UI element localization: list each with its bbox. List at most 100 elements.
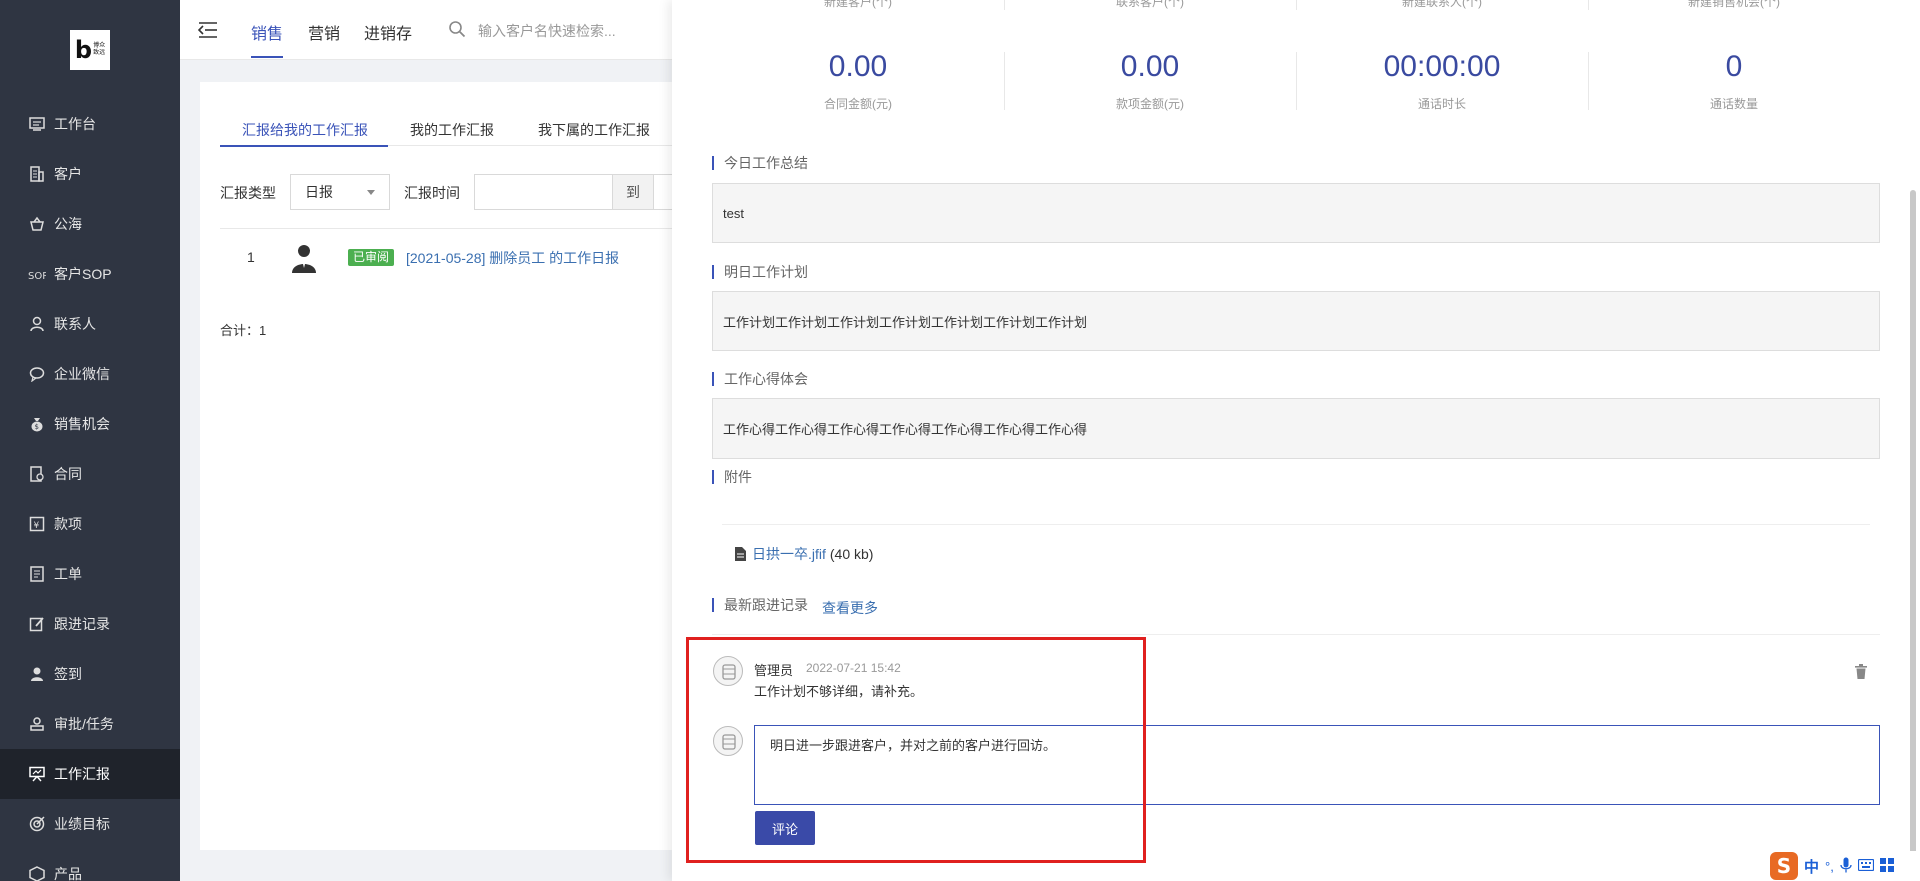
edit-icon [28,615,46,633]
sop-icon: SOP [28,265,46,283]
sidebar-item-followup[interactable]: 跟进记录 [0,599,180,649]
svg-text:¥: ¥ [34,521,40,531]
stat-divider [1296,0,1297,10]
sidebar-item-ticket[interactable]: 工单 [0,549,180,599]
stat-divider [1588,0,1589,10]
sidebar-item-payment[interactable]: ¥ 款项 [0,499,180,549]
attachment-size: (40 kb) [829,546,874,562]
person-icon [28,315,46,333]
yen-icon: ¥ [28,515,46,533]
stat-payment-amount: 0.00 [1120,50,1180,83]
sidebar-item-contract[interactable]: 合同 [0,449,180,499]
stat-call-duration-label: 通话时长 [1417,97,1466,111]
commenter-avatar-icon [713,656,743,686]
search-icon[interactable] [448,20,466,38]
report-detail-drawer: 新建客户(个) 联系客户(个) 新建联系人(个) 新建销售机会(个) 0.00 … [672,0,1920,881]
menu-collapse-icon[interactable] [197,20,218,40]
product-icon [28,865,46,881]
sidebar-item-customer-sop[interactable]: SOP 客户SOP [0,249,180,299]
apps-grid-icon[interactable] [1879,857,1894,875]
basket-icon [28,215,46,233]
stat-payment-amount-label: 款项金额(元) [1116,97,1184,111]
tab-my-reports[interactable]: 我的工作汇报 [410,120,494,140]
report-list-card: 汇报给我的工作汇报 我的工作汇报 我下属的工作汇报 汇报类型 日报 汇报时间 到… [200,82,720,850]
current-user-avatar-icon [713,726,743,756]
stat-new-contacts-label: 新建联系人(个) [1402,0,1482,9]
drawer-scrollbar[interactable] [1910,190,1916,881]
stat-divider [1296,52,1297,110]
sidebar-item-performance-target[interactable]: 业绩目标 [0,799,180,849]
checkin-icon [28,665,46,683]
sidebar-item-checkin[interactable]: 签到 [0,649,180,699]
plan-box: 工作计划工作计划工作计划工作计划工作计划工作计划工作计划 [712,291,1880,351]
tab-subordinate-reports[interactable]: 我下属的工作汇报 [538,120,650,140]
top-tab-marketing[interactable]: 营销 [308,20,340,44]
ime-toolbar: S 中 °, [1766,851,1920,881]
active-tab-indicator [220,145,388,147]
tab-reports-to-me[interactable]: 汇报给我的工作汇报 [242,120,368,140]
logo-text: 博众 致远 [93,43,106,56]
sidebar-item-product[interactable]: 产品 [0,849,180,881]
sogou-ime-logo-icon[interactable]: S [1770,852,1798,880]
stat-new-opportunities-label: 新建销售机会(个) [1688,0,1780,9]
plan-text: 工作计划工作计划工作计划工作计划工作计划工作计划工作计划 [723,314,1088,330]
submit-comment-button[interactable]: 评论 [755,811,815,845]
moneybag-icon: $ [28,415,46,433]
table-row[interactable]: 1 已审阅 [2021-05-28] 删除员工 的工作日报 [220,242,700,282]
comment-time: 2022-07-21 15:42 [806,661,901,675]
list-divider [220,228,700,229]
keyboard-icon[interactable] [1857,858,1874,874]
comment-input[interactable] [754,725,1880,805]
sidebar-item-workbench[interactable]: 工作台 [0,99,180,149]
sidebar-item-wecom[interactable]: 企业微信 [0,349,180,399]
section-title-plan: 明日工作计划 [712,265,808,279]
ime-punct-toggle[interactable]: °, [1825,859,1834,874]
report-title-link[interactable]: [2021-05-28] 删除员工 的工作日报 [406,248,619,268]
sidebar-item-opportunity[interactable]: $ 销售机会 [0,399,180,449]
attachment-link[interactable]: 日拱一卒.jfif [752,544,826,564]
top-tab-inventory[interactable]: 进销存 [364,20,412,44]
svg-text:$: $ [35,423,39,431]
chat-icon [28,365,46,383]
sidebar-item-contact[interactable]: 联系人 [0,299,180,349]
comment-text: 工作计划不够详细，请补充。 [754,684,924,699]
svg-text:SOP: SOP [28,271,46,281]
file-icon [735,547,746,561]
ime-mode-toggle[interactable]: 中 [1804,856,1819,877]
start-date-input[interactable] [474,174,612,210]
report-type-select[interactable]: 日报 [290,174,390,210]
attachment-item: 日拱一卒.jfif (40 kb) [734,544,873,564]
row-index: 1 [247,249,255,265]
date-range-to: 到 [612,174,654,210]
summary-box: test [712,183,1880,243]
report-sub-tabs: 汇报给我的工作汇报 我的工作汇报 我下属的工作汇报 [220,112,700,147]
stat-call-duration: 00:00:00 [1383,50,1501,83]
stat-new-customers-label: 新建客户(个) [824,0,892,9]
summary-text: test [723,205,744,221]
sidebar-item-public-pool[interactable]: 公海 [0,199,180,249]
contract-icon [28,465,46,483]
customer-search-input[interactable] [478,20,658,42]
view-more-link[interactable]: 查看更多 [822,598,878,618]
section-title-attachment: 附件 [712,470,752,484]
ticket-icon [28,565,46,583]
trash-icon[interactable] [1854,664,1868,680]
sidebar-item-approval[interactable]: 审批/任务 [0,699,180,749]
presentation-icon [28,765,46,783]
building-icon [28,165,46,183]
sidebar: b 博众 致远 工作台 客户 公海 SOP 客户SOP 联系人 企业微信 $ 销… [0,0,180,881]
stat-divider [1004,52,1005,110]
section-title-insight: 工作心得体会 [712,372,808,386]
top-tab-sales[interactable]: 销售 [251,20,284,58]
caret-down-icon [367,190,375,195]
sidebar-item-work-report[interactable]: 工作汇报 [0,749,180,799]
app-logo[interactable]: b 博众 致远 [70,30,110,70]
report-type-label: 汇报类型 [220,185,276,201]
stat-call-count: 0 [1725,50,1743,83]
stat-contract-amount: 0.00 [828,50,888,83]
stat-divider [1004,0,1005,10]
stat-contacted-customers-label: 联系客户(个) [1116,0,1184,9]
insight-box: 工作心得工作心得工作心得工作心得工作心得工作心得工作心得 [712,398,1880,459]
microphone-icon[interactable] [1840,857,1852,876]
sidebar-item-customer[interactable]: 客户 [0,149,180,199]
